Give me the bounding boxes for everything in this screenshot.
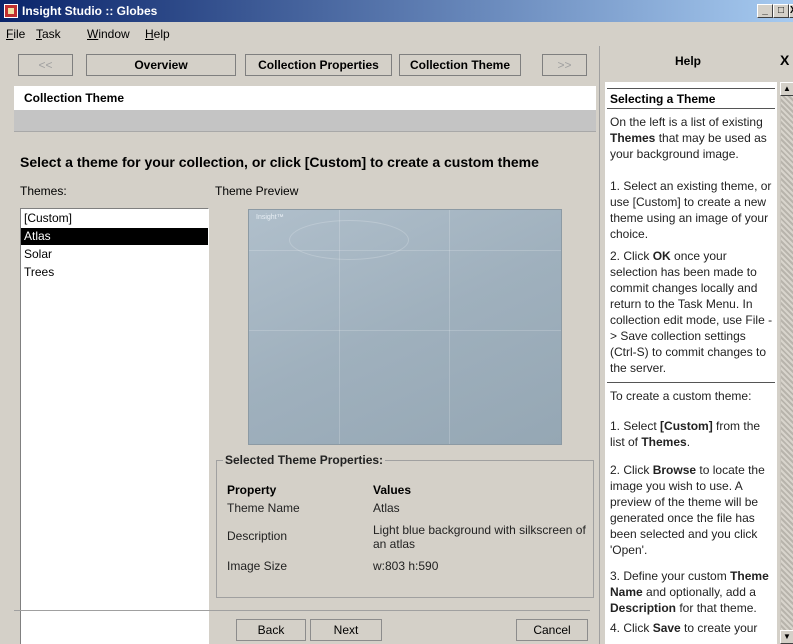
help-paragraph: 4. Click Save to create your bbox=[610, 621, 758, 635]
header-divider bbox=[14, 110, 596, 132]
wizard-button-bar: Back Next Cancel bbox=[14, 610, 590, 641]
title-bar: Insight Studio :: Globes _ □ X bbox=[0, 0, 793, 22]
help-paragraph: 1. Select an existing theme, or use [Cus… bbox=[610, 179, 772, 241]
help-panel: Help X Selecting a Theme On the left is … bbox=[599, 46, 793, 644]
window-title: Insight Studio :: Globes bbox=[22, 4, 158, 18]
properties-legend: Selected Theme Properties: bbox=[223, 453, 386, 467]
selected-theme-properties: Selected Theme Properties: Property Valu… bbox=[216, 453, 594, 598]
wizard-panel: << Overview Collection Properties Collec… bbox=[0, 46, 596, 644]
step-collection-properties[interactable]: Collection Properties bbox=[245, 54, 392, 76]
close-window-button[interactable]: X bbox=[789, 4, 793, 18]
help-paragraph: To create a custom theme: bbox=[610, 389, 752, 403]
next-button[interactable]: Next bbox=[310, 619, 382, 641]
back-button[interactable]: Back bbox=[236, 619, 306, 641]
maximize-button[interactable]: □ bbox=[773, 4, 789, 18]
preview-brand-mark: Insight™ bbox=[256, 214, 284, 221]
help-heading: Selecting a Theme bbox=[610, 92, 716, 106]
page-header: Collection Theme bbox=[14, 86, 596, 110]
help-paragraph: On the left is a list of existing Themes… bbox=[610, 115, 767, 161]
property-column-header: Property bbox=[227, 483, 277, 497]
app-icon bbox=[4, 4, 18, 18]
property-value: Atlas bbox=[373, 501, 400, 515]
page-title: Collection Theme bbox=[24, 91, 125, 105]
help-title: Help bbox=[674, 54, 701, 68]
minimize-button[interactable]: _ bbox=[757, 4, 773, 18]
prev-step-button[interactable]: << bbox=[18, 54, 73, 76]
wizard-step-nav: << Overview Collection Properties Collec… bbox=[14, 54, 590, 76]
help-paragraph: 2. Click OK once your selection has been… bbox=[610, 249, 773, 375]
instruction-text: Select a theme for your collection, or c… bbox=[20, 154, 539, 170]
help-divider bbox=[607, 108, 775, 109]
property-label: Description bbox=[227, 529, 288, 543]
theme-item-solar[interactable]: Solar bbox=[21, 246, 208, 263]
help-divider bbox=[607, 382, 775, 383]
menu-task[interactable]: Task bbox=[36, 27, 61, 41]
help-divider bbox=[607, 88, 775, 89]
menu-help[interactable]: Help bbox=[145, 27, 170, 41]
scroll-down-arrow-icon[interactable]: ▼ bbox=[780, 630, 793, 644]
theme-item-custom[interactable]: [Custom] bbox=[21, 210, 208, 227]
values-column-header: Values bbox=[373, 483, 412, 497]
property-label: Theme Name bbox=[227, 501, 300, 515]
step-collection-theme[interactable]: Collection Theme bbox=[399, 54, 521, 76]
menu-bar: File Task Window Help bbox=[0, 22, 793, 44]
preview-texture-line bbox=[449, 210, 450, 444]
theme-preview-image: Insight™ bbox=[248, 209, 562, 445]
help-paragraph: 2. Click Browse to locate the image you … bbox=[610, 463, 765, 557]
help-paragraph: 3. Define your custom Theme Name and opt… bbox=[610, 569, 769, 615]
cancel-button[interactable]: Cancel bbox=[516, 619, 588, 641]
help-close-button[interactable]: X bbox=[780, 52, 789, 68]
themes-label: Themes: bbox=[20, 184, 67, 198]
preview-texture-line bbox=[249, 330, 561, 331]
help-scrollbar[interactable]: ▲ ▼ bbox=[780, 82, 793, 644]
help-paragraph: 1. Select [Custom] from the list of Them… bbox=[610, 419, 761, 449]
property-value: w:803 h:590 bbox=[373, 559, 439, 573]
themes-list[interactable]: [Custom] Atlas Solar Trees bbox=[20, 208, 209, 644]
scroll-up-arrow-icon[interactable]: ▲ bbox=[780, 82, 793, 96]
preview-texture-line bbox=[249, 250, 561, 251]
preview-label: Theme Preview bbox=[215, 184, 299, 198]
menu-window[interactable]: Window bbox=[87, 27, 130, 41]
theme-item-atlas[interactable]: Atlas bbox=[21, 228, 208, 245]
property-label: Image Size bbox=[227, 559, 288, 573]
preview-texture-shape bbox=[289, 220, 409, 260]
help-content: Selecting a Theme On the left is a list … bbox=[605, 82, 777, 644]
scroll-track[interactable] bbox=[781, 96, 793, 630]
next-step-button[interactable]: >> bbox=[542, 54, 587, 76]
property-value: Light blue background with silkscreen of… bbox=[373, 523, 586, 551]
theme-item-trees[interactable]: Trees bbox=[21, 264, 208, 281]
step-overview[interactable]: Overview bbox=[86, 54, 236, 76]
menu-file[interactable]: File bbox=[6, 27, 25, 41]
